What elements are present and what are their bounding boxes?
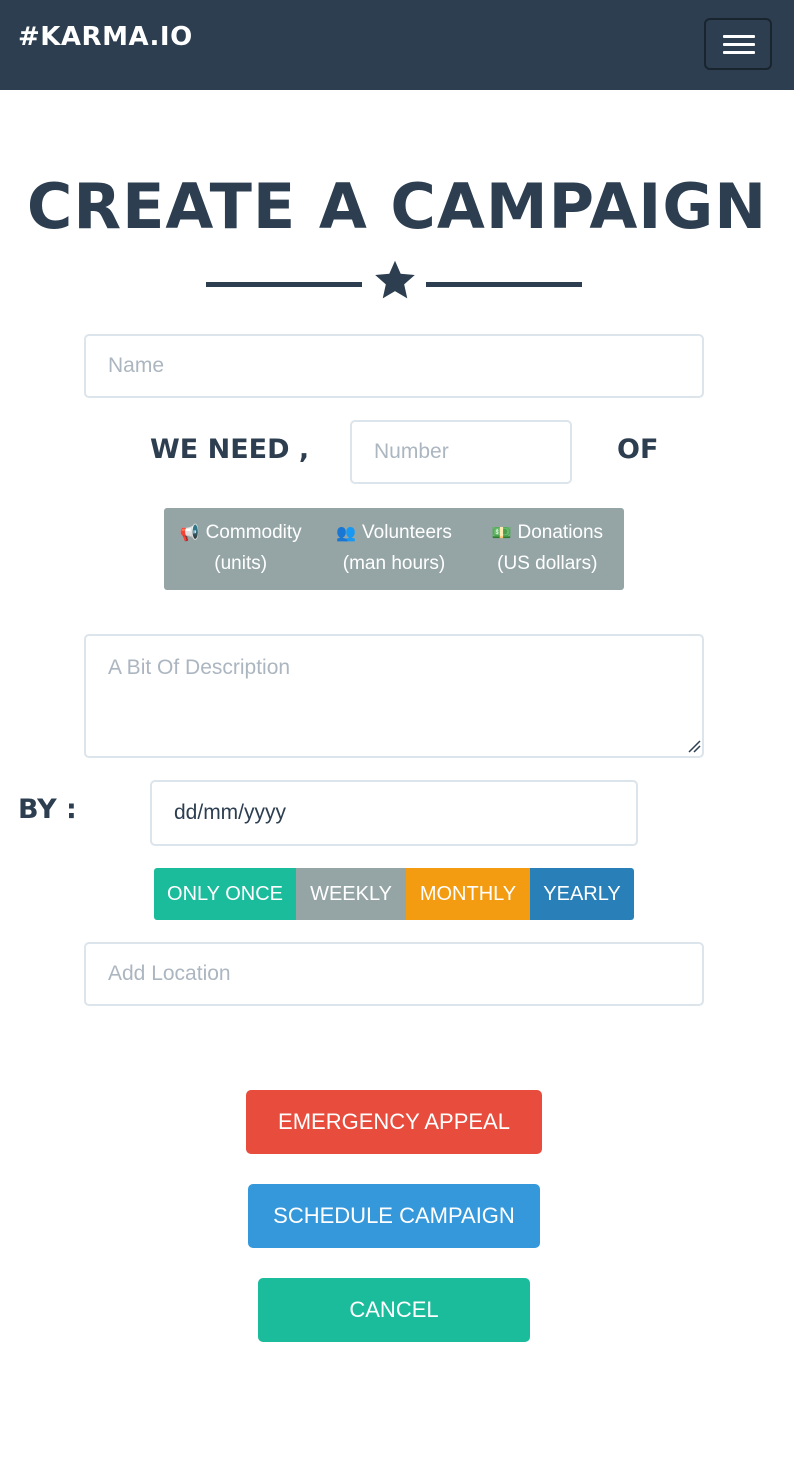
emergency-appeal-button[interactable]: EMERGENCY APPEAL — [246, 1090, 542, 1154]
type-volunteers-button[interactable]: 👥 Volunteers (man hours) — [317, 508, 470, 590]
divider-line-left — [206, 282, 362, 287]
name-input[interactable] — [84, 334, 704, 398]
resource-type-selector: 📢 Commodity (units) 👥 Volunteers (man hour… — [164, 508, 624, 590]
we-need-label: WE NEED , — [150, 434, 310, 465]
hamburger-icon — [723, 51, 755, 54]
divider-line-right — [426, 282, 582, 287]
by-label: BY : — [18, 794, 77, 825]
hamburger-icon — [723, 35, 755, 38]
frequency-monthly-button[interactable]: MONTHLY — [406, 868, 530, 920]
number-input[interactable] — [350, 420, 572, 484]
frequency-selector: ONLY ONCE WEEKLY MONTHLY YEARLY — [154, 868, 634, 920]
brand-logo[interactable]: #KARMA.IO — [18, 22, 193, 52]
users-icon: 👥 — [336, 525, 357, 542]
resize-handle-icon[interactable] — [687, 739, 701, 753]
frequency-once-button[interactable]: ONLY ONCE — [154, 868, 296, 920]
date-value: dd/mm/yyyy — [174, 801, 287, 824]
hamburger-icon — [723, 43, 755, 46]
cancel-button[interactable]: CANCEL — [258, 1278, 530, 1342]
type-label: Donations — [517, 522, 604, 543]
description-textarea[interactable] — [84, 634, 704, 758]
menu-toggle-button[interactable] — [704, 18, 772, 70]
page-title: CREATE A CAMPAIGN — [26, 170, 768, 243]
star-icon — [375, 260, 415, 299]
frequency-weekly-button[interactable]: WEEKLY — [296, 868, 406, 920]
of-label: OF — [617, 434, 659, 465]
megaphone-icon: 📢 — [179, 525, 200, 542]
schedule-campaign-button[interactable]: SCHEDULE CAMPAIGN — [248, 1184, 540, 1248]
date-input[interactable]: dd/mm/yyyy — [150, 780, 638, 846]
type-donations-button[interactable]: 💵 Donations (US dollars) — [471, 508, 624, 590]
navbar: #KARMA.IO — [0, 0, 794, 90]
money-icon: 💵 — [491, 525, 512, 542]
type-label: Commodity — [205, 522, 302, 543]
location-input[interactable] — [84, 942, 704, 1006]
type-unit: (man hours) — [342, 553, 446, 574]
frequency-yearly-button[interactable]: YEARLY — [530, 868, 634, 920]
type-unit: (US dollars) — [497, 553, 598, 574]
type-unit: (units) — [214, 553, 268, 574]
type-label: Volunteers — [362, 522, 452, 543]
type-commodity-button[interactable]: 📢 Commodity (units) — [164, 508, 317, 590]
